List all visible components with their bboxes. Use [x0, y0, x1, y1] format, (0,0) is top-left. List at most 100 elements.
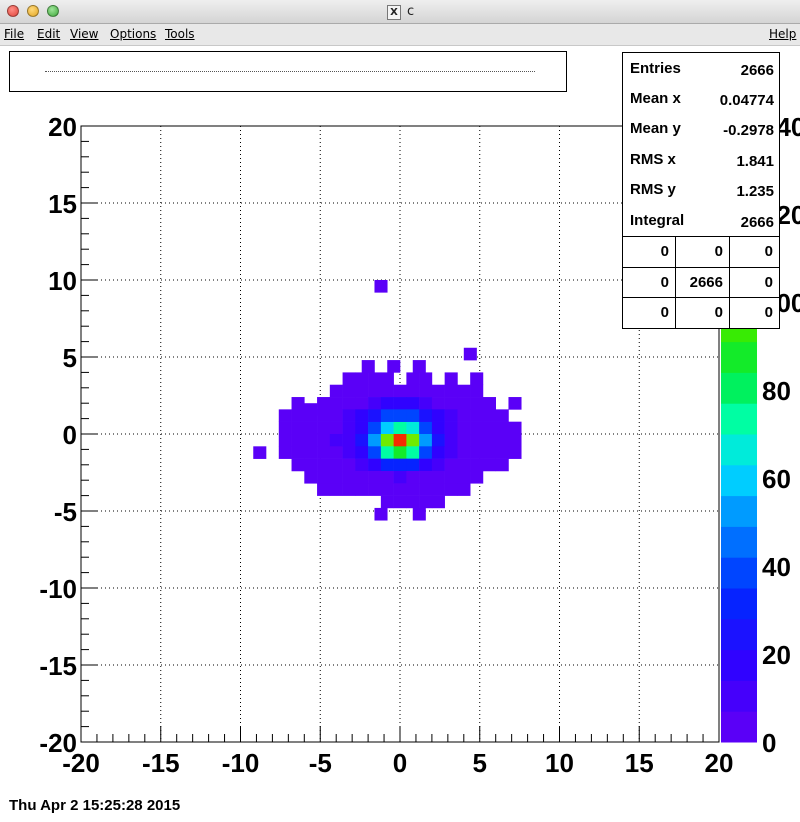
heatmap-cell: [431, 434, 445, 447]
heatmap-cell: [419, 483, 433, 496]
heatmap-cell: [431, 409, 445, 422]
heatmap-cell: [304, 470, 318, 484]
stat-grid-cell: 2666: [676, 268, 730, 298]
heatmap-cell: [317, 483, 331, 496]
heatmap-cell: [278, 434, 292, 447]
menu-help[interactable]: Help: [769, 27, 796, 41]
heatmap-cell: [393, 434, 407, 447]
heatmap-cell: [368, 446, 382, 459]
heatmap-cell: [342, 483, 356, 496]
heatmap-cell: [457, 483, 471, 496]
stat-grid-cell: 0: [676, 298, 730, 328]
heatmap-cell: [291, 446, 305, 459]
heatmap-cell: [368, 483, 382, 496]
menu-tools[interactable]: Tools: [165, 27, 195, 41]
stat-grid-row: 0 0 0: [623, 237, 779, 268]
heatmap-cell: [419, 434, 433, 447]
heatmap-cell: [368, 384, 382, 398]
menu-file[interactable]: File: [4, 27, 24, 41]
x-tick-label: -15: [142, 748, 180, 778]
stat-grid-cell: 0: [676, 237, 730, 267]
heatmap-cell: [431, 446, 445, 459]
palette-tick-label: 60: [762, 464, 791, 494]
heatmap-cell: [495, 446, 509, 459]
heatmap-cell: [444, 470, 458, 484]
window-titlebar[interactable]: X c: [0, 0, 800, 24]
heatmap-cell: [291, 409, 305, 422]
stat-grid-row: 0 0 0: [623, 297, 779, 329]
heatmap-cell: [355, 409, 369, 422]
heatmap-cell: [406, 434, 420, 447]
heatmap-cell: [342, 409, 356, 422]
heatmap-cell: [355, 384, 369, 398]
heatmap-cell: [380, 372, 394, 386]
heatmap-cell: [470, 434, 484, 447]
heatmap-cell: [355, 372, 369, 386]
heatmap-cell: [304, 458, 318, 472]
heatmap-cell: [355, 434, 369, 447]
heatmap-cell: [495, 409, 509, 422]
heatmap-cell: [368, 458, 382, 472]
stat-entries-label: Entries: [630, 60, 681, 77]
heatmap-cell: [329, 458, 343, 472]
heatmap-cell: [278, 409, 292, 422]
heatmap-cell: [355, 458, 369, 472]
heatmap-cell: [431, 470, 445, 484]
heatmap-cell: [470, 409, 484, 422]
stats-box[interactable]: Entries 2666 Mean x 0.04774 Mean y -0.29…: [622, 52, 780, 329]
heatmap-cell: [470, 446, 484, 459]
heatmap-cell: [393, 495, 407, 509]
stat-grid-cell: 0: [764, 274, 773, 291]
x-tick-labels: -20 -15 -10 -5 0 5 10 15 20: [62, 748, 733, 778]
heatmap-cell: [470, 421, 484, 435]
stat-grid-cell: 0: [764, 304, 773, 321]
heatmap-cell: [431, 483, 445, 496]
x-tick-label: 5: [473, 748, 487, 778]
stat-entries: Entries 2666: [623, 53, 779, 83]
heatmap-cell: [431, 495, 445, 509]
window-title: c: [407, 4, 415, 19]
heatmap-cell: [368, 470, 382, 484]
palette-band: [721, 434, 757, 466]
y-tick-label: 5: [63, 343, 77, 373]
x11-icon: X: [387, 5, 401, 20]
heatmap-cell: [444, 409, 458, 422]
heatmap-cell: [406, 421, 420, 435]
heatmap-cell: [380, 421, 394, 435]
heatmap-cell: [470, 470, 484, 484]
heatmap-cell: [482, 458, 496, 472]
heatmap-cell: [419, 372, 433, 386]
heatmap-cell: [342, 470, 356, 484]
heatmap-cell: [470, 372, 484, 386]
heatmap-cell: [380, 384, 394, 398]
root-canvas[interactable]: -20 -15 -10 -5 0 5 10 15 20 -20 -15 -10 -5 0 5 10 15 20 …: [0, 46, 800, 822]
heatmap-cell: [495, 434, 509, 447]
menu-options[interactable]: Options: [110, 27, 156, 41]
heatmap-cell: [329, 409, 343, 422]
minimize-button[interactable]: [27, 5, 39, 17]
heatmap-cell: [317, 434, 331, 447]
heatmap-cell: [508, 434, 522, 447]
plot-title-box[interactable]: [9, 51, 567, 92]
menu-view[interactable]: View: [70, 27, 98, 41]
palette-band: [721, 372, 757, 404]
close-button[interactable]: [7, 5, 19, 17]
y-tick-labels: -20 -15 -10 -5 0 5 10 15 20: [39, 112, 77, 758]
palette-band: [721, 711, 757, 743]
y-tick-label: -20: [39, 728, 77, 758]
heatmap-cell: [495, 458, 509, 472]
heatmap-cell: [412, 507, 426, 521]
heatmap-cell: [291, 458, 305, 472]
stat-rms-y-value: 1.235: [736, 183, 774, 200]
heatmap-cell: [329, 421, 343, 435]
heatmap-cell: [278, 421, 292, 435]
heatmap-cell: [431, 458, 445, 472]
heatmap-cell: [368, 421, 382, 435]
heatmap-cell: [393, 483, 407, 496]
menu-edit[interactable]: Edit: [37, 27, 60, 41]
heatmap-cell: [470, 384, 484, 398]
heatmap-cell: [406, 372, 420, 386]
heatmap-cell: [368, 397, 382, 410]
heatmap-cell: [380, 495, 394, 509]
maximize-button[interactable]: [47, 5, 59, 17]
